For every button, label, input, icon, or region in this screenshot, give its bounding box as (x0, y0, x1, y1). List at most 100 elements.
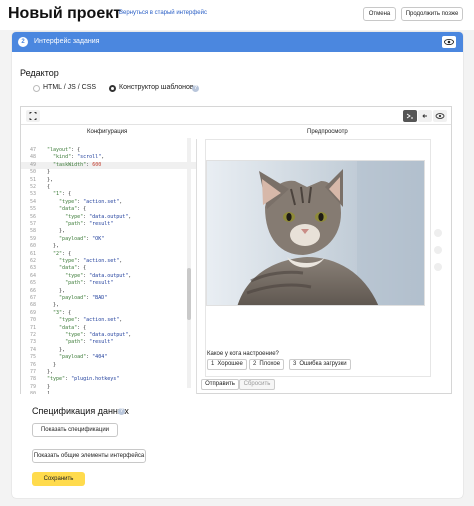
layout-split-button[interactable] (403, 110, 417, 122)
code-text: "path": "result" (65, 221, 114, 227)
code-text: }, (47, 287, 66, 294)
code-line: 72 "type": "data.output", (21, 332, 196, 339)
radio-constructor-label: Конструктор шаблонов (119, 84, 194, 91)
template-editor: Конфигурация Предпросмотр 47 "layout": {4… (20, 106, 452, 394)
cat-image (206, 160, 425, 306)
preview-pane-label: Предпросмотр (307, 129, 348, 135)
code-line: 78 "type": "plugin.hotkeys" (21, 376, 196, 383)
page-title: Новый проект (8, 5, 122, 22)
toggle-visibility-button[interactable] (442, 36, 456, 48)
code-text: "data": { (59, 265, 87, 272)
radio-constructor[interactable] (109, 85, 116, 92)
code-text: "payload": "404" (59, 354, 108, 361)
code-line: 79} (21, 383, 196, 391)
line-number: 72 (29, 332, 36, 338)
preview-frame (205, 139, 431, 377)
code-line: 51}, (21, 176, 196, 184)
hotkey-label: 1 (211, 361, 215, 367)
line-number: 58 (29, 228, 36, 235)
preview-question: Какое у кота настроение? (207, 351, 279, 357)
code-text: "data": { (59, 206, 87, 213)
code-text: } (47, 383, 51, 390)
code-text: "type": "data.output", (65, 213, 132, 220)
code-text: { (47, 184, 51, 190)
line-number: 62 (29, 258, 36, 264)
code-line: 47 "layout": { (21, 147, 196, 154)
code-text: "1": { (53, 191, 72, 198)
code-scrollbar-track[interactable] (187, 138, 191, 388)
code-text: "path": "result" (65, 280, 114, 287)
save-button[interactable]: Сохранить (32, 472, 85, 486)
reset-button[interactable]: Сбросить (239, 379, 275, 390)
code-text: "path": "result" (65, 339, 114, 346)
code-scrollbar-thumb[interactable] (187, 268, 191, 320)
line-number: 66 (29, 287, 36, 294)
option-button-bad[interactable]: 2 Плохое (249, 359, 285, 370)
option-button-good[interactable]: 1 Хорошее (207, 359, 247, 370)
layout-code-button[interactable] (418, 110, 432, 122)
option-button-load-error[interactable]: 3 Ошибка загрузки (289, 359, 351, 370)
hotkey-label: 2 (253, 361, 257, 367)
code-editor[interactable]: 47 "layout": {48 "kind": "scroll", 49 "tas… (21, 139, 197, 394)
line-number: 75 (29, 354, 36, 361)
code-line: 63 "data": { (21, 265, 196, 272)
line-number: 73 (29, 339, 36, 346)
code-line: 64 "type": "data.output", (21, 272, 196, 280)
line-number: 47 (29, 147, 36, 153)
line-number: 78 (29, 376, 36, 383)
eye-icon (444, 38, 454, 46)
code-line: 49 "taskWidth": 600 (21, 161, 196, 170)
code-line: 70 "type": "action.set", (21, 317, 196, 324)
code-text: "data": { (59, 324, 87, 331)
code-line: 56 "type": "data.output", (21, 213, 196, 221)
code-text: "type": "action.set", (59, 258, 123, 264)
line-number: 49 (29, 161, 36, 168)
line-number: 76 (29, 361, 36, 368)
cancel-button[interactable]: Отмена (363, 7, 396, 21)
line-number: 69 (29, 309, 36, 316)
code-line: 61 "2": { (21, 251, 196, 258)
code-line: 65 "path": "result" (21, 280, 196, 287)
line-number: 80 (24, 391, 36, 394)
code-line: 54 "type": "action.set", (21, 198, 196, 206)
continue-later-button[interactable]: Продолжить позже (401, 7, 463, 21)
config-pane-label: Конфигурация (87, 129, 128, 135)
line-number: 67 (29, 295, 36, 301)
line-number: 48 (29, 154, 36, 161)
show-common-elements-button[interactable]: Показать общие элементы интерфейса (32, 449, 146, 463)
line-number: 51 (29, 176, 36, 183)
help-icon[interactable]: ? (118, 408, 125, 415)
code-text: "layout": { (47, 147, 81, 153)
panel-header: 2 Интерфейс задания (12, 32, 463, 52)
code-line: 53 "1": { (21, 191, 196, 198)
code-text: }, (47, 243, 60, 250)
help-icon[interactable]: ? (192, 85, 199, 92)
cat-photo (207, 161, 424, 305)
code-line: 62 "type": "action.set", (21, 258, 196, 265)
code-line: 57 "path": "result" (21, 221, 196, 228)
code-text: } (47, 169, 51, 176)
show-spec-button[interactable]: Показать спецификации (32, 423, 118, 437)
line-number: 64 (29, 272, 36, 279)
data-spec-title: Спецификация данных (32, 406, 129, 416)
option-label: Ошибка загрузки (299, 361, 347, 367)
code-text: } (47, 361, 57, 368)
code-text: "type": "action.set", (59, 198, 123, 205)
line-number: 59 (29, 235, 36, 242)
back-to-old-interface-link[interactable]: Вернуться в старый интерфейс (119, 10, 207, 16)
radio-html[interactable] (33, 85, 40, 92)
code-text: "payload": "OK" (59, 235, 105, 242)
option-label: Плохое (259, 361, 281, 367)
code-line: 80] (21, 391, 196, 394)
line-number: 74 (29, 346, 36, 353)
fullscreen-button[interactable] (26, 110, 40, 122)
line-number: 56 (29, 213, 36, 220)
line-number: 77 (29, 369, 36, 375)
line-number: 52 (29, 184, 36, 190)
submit-button[interactable]: Отправить (201, 379, 239, 390)
radio-html-label: HTML / JS / CSS (43, 84, 97, 91)
split-view-icon (406, 113, 413, 119)
line-number: 70 (29, 317, 36, 324)
layout-preview-button[interactable] (433, 110, 447, 122)
panel-title: Интерфейс задания (34, 38, 100, 45)
